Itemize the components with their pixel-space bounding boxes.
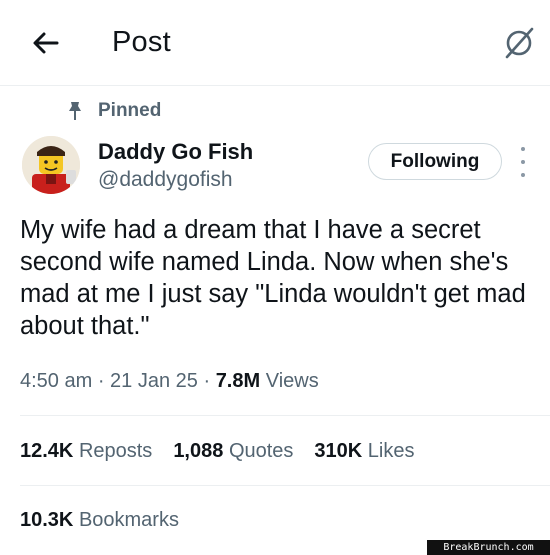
separator: · bbox=[197, 370, 216, 392]
views-label: Views bbox=[265, 370, 319, 392]
reposts-label: Reposts bbox=[78, 440, 153, 462]
watermark: BreakBrunch.com bbox=[427, 540, 550, 555]
separator: · bbox=[92, 370, 111, 392]
author-name[interactable]: Daddy Go Fish bbox=[98, 139, 253, 165]
pinned-indicator: Pinned bbox=[66, 100, 161, 122]
dot bbox=[521, 147, 525, 151]
likes-count: 310K bbox=[314, 440, 363, 462]
post-text: My wife had a dream that I have a secret… bbox=[20, 216, 526, 340]
post-meta: 4:50 am · 21 Jan 25 · 7.8M Views bbox=[20, 370, 319, 393]
more-options-icon[interactable] bbox=[516, 147, 530, 177]
quotes-count: 1,088 bbox=[173, 440, 224, 462]
quotes-stat[interactable]: 1,088 Quotes bbox=[173, 440, 293, 463]
author-handle[interactable]: @daddygofish bbox=[98, 168, 233, 192]
bookmarks-count: 10.3K bbox=[20, 509, 74, 531]
arrow-left-icon[interactable] bbox=[28, 26, 62, 60]
views-count: 7.8M bbox=[215, 370, 261, 392]
page-title: Post bbox=[112, 26, 171, 58]
reposts-stat[interactable]: 12.4K Reposts bbox=[20, 440, 152, 463]
engagement-stats: 12.4K Reposts 1,088 Quotes 310K Likes bbox=[20, 440, 436, 463]
divider bbox=[20, 415, 550, 416]
dot bbox=[521, 173, 525, 177]
avatar[interactable] bbox=[22, 136, 80, 194]
reposts-count: 12.4K bbox=[20, 440, 74, 462]
top-bar: Post bbox=[0, 0, 550, 86]
post-date[interactable]: 21 Jan 25 bbox=[110, 370, 198, 392]
post-time[interactable]: 4:50 am bbox=[20, 370, 92, 392]
dot bbox=[521, 160, 525, 164]
pin-icon bbox=[69, 102, 81, 120]
bookmarks-stat[interactable]: 10.3K Bookmarks bbox=[20, 509, 179, 532]
bookmarks-label: Bookmarks bbox=[78, 509, 179, 531]
lego-figure-icon bbox=[22, 136, 80, 194]
divider bbox=[20, 485, 550, 486]
likes-label: Likes bbox=[367, 440, 415, 462]
following-button[interactable]: Following bbox=[368, 143, 502, 180]
quotes-label: Quotes bbox=[228, 440, 294, 462]
pinned-label: Pinned bbox=[98, 100, 162, 121]
likes-stat[interactable]: 310K Likes bbox=[314, 440, 414, 463]
grok-icon[interactable] bbox=[502, 26, 536, 60]
